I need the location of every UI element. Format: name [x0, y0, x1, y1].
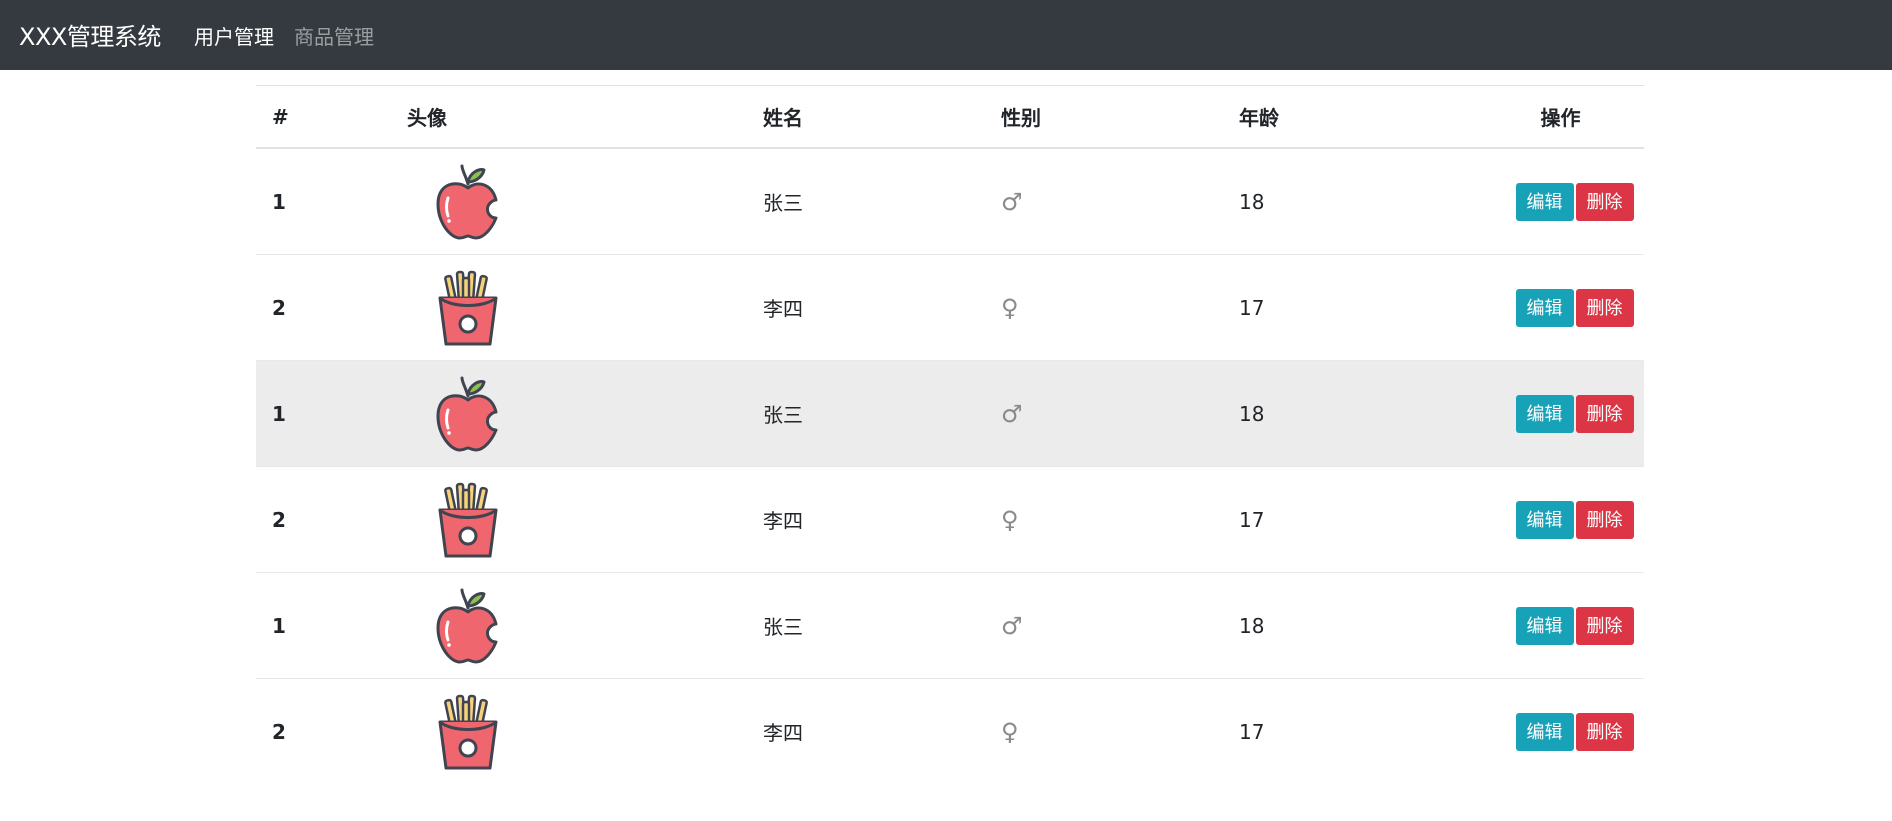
cell-avatar — [407, 572, 763, 679]
cell-name: 李四 — [763, 466, 1001, 573]
top-navbar: XXX管理系统 用户管理 商品管理 — [0, 0, 1892, 70]
cell-age: 18 — [1239, 360, 1477, 467]
table-row: 1 张三 ♂ 18 编辑 删除 — [256, 360, 1644, 467]
cell-index: 1 — [256, 147, 407, 255]
table-row: 2 李四 ♀ 17 编辑 删除 — [256, 254, 1644, 361]
female-icon: ♀ — [1001, 505, 1019, 534]
cell-actions: 编辑 删除 — [1477, 466, 1644, 573]
table-row: 2 李四 ♀ 17 编辑 删除 — [256, 678, 1644, 784]
female-icon: ♀ — [1001, 293, 1019, 322]
header-index: # — [256, 85, 407, 149]
male-icon: ♂ — [1001, 399, 1023, 428]
table-row: 1 张三 ♂ 18 编辑 删除 — [256, 572, 1644, 679]
edit-button[interactable]: 编辑 — [1515, 500, 1574, 539]
cell-index: 2 — [256, 254, 407, 361]
fries-icon — [432, 268, 504, 348]
cell-name: 李四 — [763, 254, 1001, 361]
apple-icon — [432, 586, 504, 666]
cell-age: 18 — [1239, 572, 1477, 679]
edit-button[interactable]: 编辑 — [1515, 606, 1574, 645]
cell-gender: ♀ — [1001, 254, 1239, 361]
nav-link-product-management[interactable]: 商品管理 — [294, 0, 374, 70]
cell-index: 1 — [256, 572, 407, 679]
cell-avatar — [407, 360, 763, 467]
delete-button[interactable]: 删除 — [1575, 182, 1634, 221]
cell-actions: 编辑 删除 — [1477, 254, 1644, 361]
cell-age: 17 — [1239, 254, 1477, 361]
table-row: 1 张三 ♂ 18 编辑 删除 — [256, 147, 1644, 255]
cell-gender: ♂ — [1001, 572, 1239, 679]
user-table-container: # 头像 姓名 性别 年龄 操作 1 张三 ♂ 18 编辑 删除 2 李四 ♀ 17 编辑 删除 1 张三… — [256, 85, 1644, 784]
cell-name: 李四 — [763, 678, 1001, 784]
header-actions: 操作 — [1477, 85, 1644, 149]
edit-button[interactable]: 编辑 — [1515, 288, 1574, 327]
brand-title[interactable]: XXX管理系统 — [19, 0, 161, 70]
cell-gender: ♀ — [1001, 466, 1239, 573]
table-header-row: # 头像 姓名 性别 年龄 操作 — [256, 85, 1644, 149]
cell-avatar — [407, 466, 763, 573]
cell-actions: 编辑 删除 — [1477, 572, 1644, 679]
cell-index: 1 — [256, 360, 407, 467]
user-table: # 头像 姓名 性别 年龄 操作 1 张三 ♂ 18 编辑 删除 2 李四 ♀ 17 编辑 删除 1 张三… — [256, 85, 1644, 784]
edit-button[interactable]: 编辑 — [1515, 712, 1574, 751]
delete-button[interactable]: 删除 — [1575, 500, 1634, 539]
cell-actions: 编辑 删除 — [1477, 678, 1644, 784]
fries-icon — [432, 692, 504, 772]
cell-avatar — [407, 147, 763, 255]
cell-avatar — [407, 254, 763, 361]
row-action-group: 编辑 删除 — [1515, 288, 1634, 327]
table-row: 2 李四 ♀ 17 编辑 删除 — [256, 466, 1644, 573]
cell-age: 17 — [1239, 678, 1477, 784]
fries-icon — [432, 480, 504, 560]
edit-button[interactable]: 编辑 — [1515, 394, 1574, 433]
apple-icon — [432, 162, 504, 242]
cell-gender: ♂ — [1001, 360, 1239, 467]
delete-button[interactable]: 删除 — [1575, 606, 1634, 645]
male-icon: ♂ — [1001, 611, 1023, 640]
delete-button[interactable]: 删除 — [1575, 712, 1634, 751]
cell-index: 2 — [256, 678, 407, 784]
row-action-group: 编辑 删除 — [1515, 500, 1634, 539]
cell-age: 18 — [1239, 147, 1477, 255]
delete-button[interactable]: 删除 — [1575, 288, 1634, 327]
cell-name: 张三 — [763, 147, 1001, 255]
female-icon: ♀ — [1001, 717, 1019, 746]
cell-name: 张三 — [763, 360, 1001, 467]
header-age: 年龄 — [1239, 85, 1477, 149]
delete-button[interactable]: 删除 — [1575, 394, 1634, 433]
cell-gender: ♀ — [1001, 678, 1239, 784]
cell-gender: ♂ — [1001, 147, 1239, 255]
row-action-group: 编辑 删除 — [1515, 606, 1634, 645]
row-action-group: 编辑 删除 — [1515, 394, 1634, 433]
cell-index: 2 — [256, 466, 407, 573]
nav-link-user-management[interactable]: 用户管理 — [194, 0, 274, 70]
edit-button[interactable]: 编辑 — [1515, 182, 1574, 221]
cell-name: 张三 — [763, 572, 1001, 679]
apple-icon — [432, 374, 504, 454]
cell-avatar — [407, 678, 763, 784]
cell-actions: 编辑 删除 — [1477, 147, 1644, 255]
cell-age: 17 — [1239, 466, 1477, 573]
cell-actions: 编辑 删除 — [1477, 360, 1644, 467]
header-avatar: 头像 — [407, 85, 763, 149]
header-name: 姓名 — [763, 85, 1001, 149]
header-gender: 性别 — [1001, 85, 1239, 149]
male-icon: ♂ — [1001, 187, 1023, 216]
row-action-group: 编辑 删除 — [1515, 712, 1634, 751]
row-action-group: 编辑 删除 — [1515, 182, 1634, 221]
